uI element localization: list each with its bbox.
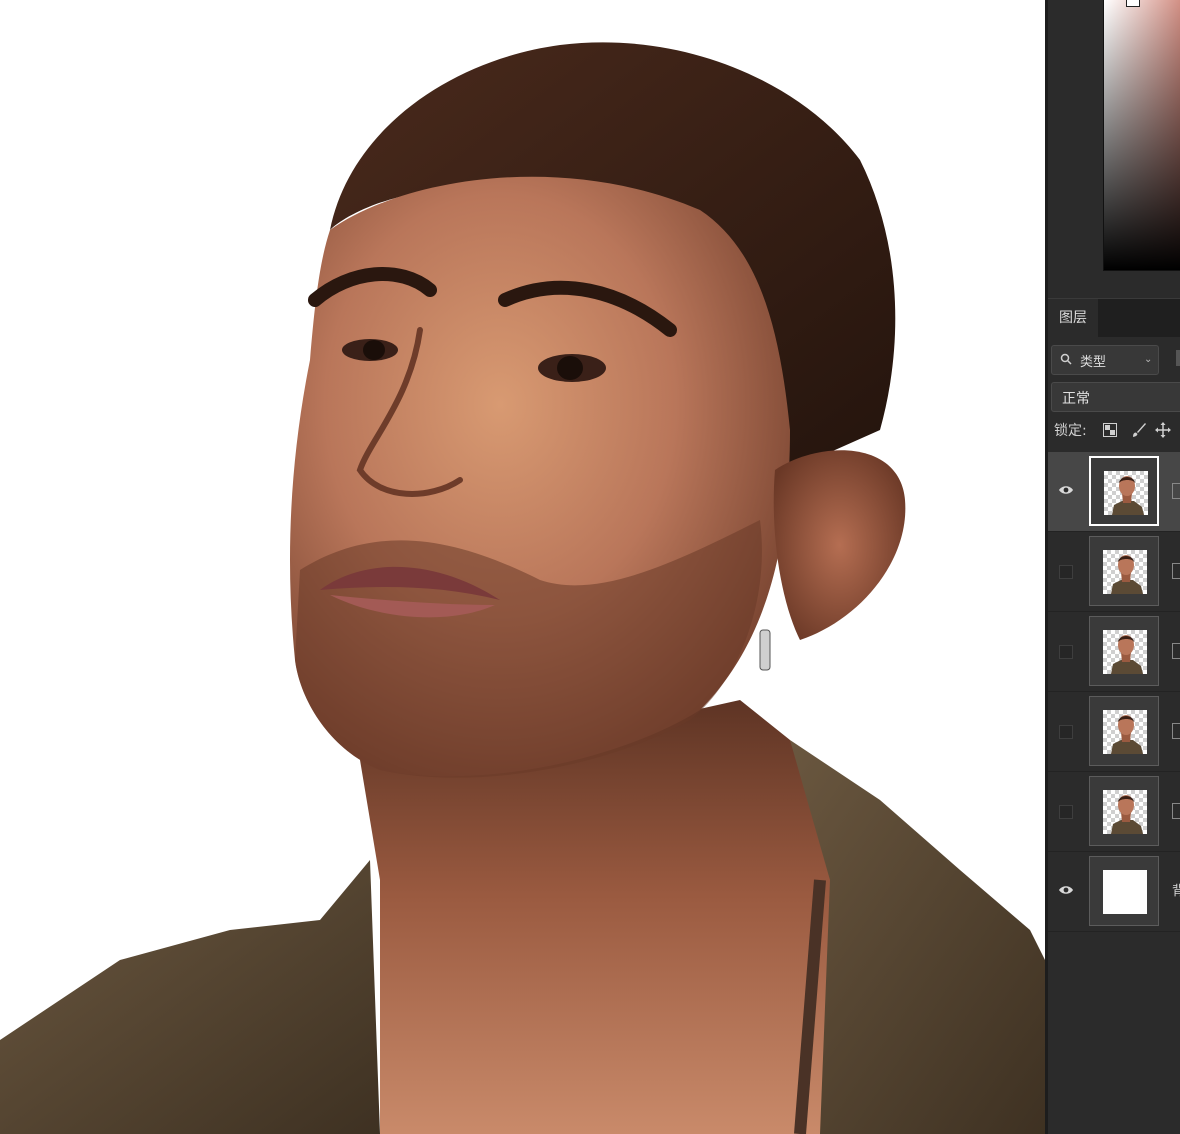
visibility-toggle[interactable] (1059, 725, 1073, 739)
layer-mask-icon[interactable] (1172, 723, 1180, 739)
layer-thumbnail[interactable] (1089, 616, 1159, 686)
filter-type-label: 类型 (1080, 355, 1107, 370)
portrait-painting (0, 42, 1045, 1134)
lock-label: 锁定: (1054, 423, 1087, 439)
layer-mask-icon[interactable] (1172, 483, 1180, 499)
layer-thumbnail[interactable] (1089, 856, 1159, 926)
layer-row[interactable] (1048, 692, 1180, 772)
visibility-toggle[interactable] (1059, 645, 1073, 659)
layer-row[interactable] (1048, 612, 1180, 692)
layer-row[interactable] (1048, 772, 1180, 852)
brush-icon[interactable] (1131, 422, 1147, 438)
layer-mask-icon[interactable] (1172, 803, 1180, 819)
layer-thumbnail-image (1104, 471, 1148, 515)
layer-row[interactable] (1048, 452, 1180, 532)
layer-thumbnail-image (1103, 550, 1147, 594)
color-picker-handle[interactable] (1126, 0, 1140, 7)
layer-thumbnail-image (1103, 790, 1147, 834)
layer-thumbnail-image (1103, 710, 1147, 754)
chevron-down-icon: ⌄ (1144, 354, 1153, 365)
eye-icon[interactable] (1058, 484, 1074, 496)
lock-transparent-pixels-icon[interactable] (1103, 423, 1117, 437)
layer-thumbnail-fill (1103, 870, 1147, 914)
layers-panel-header: 图层 (1048, 298, 1180, 337)
layer-mask-icon[interactable] (1172, 643, 1180, 659)
layer-thumbnail[interactable] (1089, 696, 1159, 766)
blend-mode-value: 正常 (1062, 391, 1090, 407)
blend-mode-dropdown[interactable]: 正常 (1051, 382, 1180, 412)
layer-mask-icon[interactable] (1172, 563, 1180, 579)
layer-thumbnail-image (1103, 630, 1147, 674)
eye-icon[interactable] (1058, 884, 1074, 896)
search-icon (1060, 353, 1072, 365)
move-icon[interactable] (1155, 422, 1171, 438)
layer-filter-dropdown[interactable]: 类型 ⌄ (1051, 345, 1159, 375)
layer-thumbnail[interactable] (1089, 456, 1159, 526)
filter-toggle[interactable] (1176, 350, 1180, 366)
document-canvas[interactable] (0, 0, 1045, 1134)
visibility-toggle[interactable] (1059, 805, 1073, 819)
layer-thumbnail[interactable] (1089, 776, 1159, 846)
layer-row[interactable]: 背 (1048, 852, 1180, 932)
layer-name[interactable]: 背 (1172, 880, 1180, 899)
tab-layers[interactable]: 图层 (1048, 299, 1098, 337)
visibility-toggle[interactable] (1059, 565, 1073, 579)
color-picker-field[interactable] (1103, 0, 1180, 271)
layer-thumbnail[interactable] (1089, 536, 1159, 606)
layer-row[interactable] (1048, 532, 1180, 612)
right-panel: 图层 类型 ⌄ 正常 锁定: 背 (1048, 0, 1180, 1134)
